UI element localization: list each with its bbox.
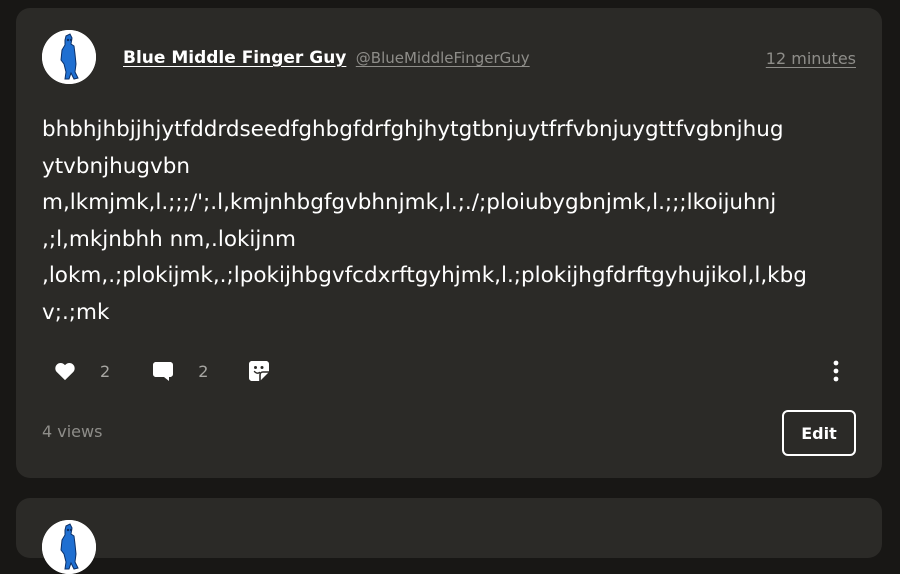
avatar[interactable]: [42, 520, 96, 574]
avatar[interactable]: [42, 30, 96, 84]
comment-count: 2: [198, 361, 209, 381]
post-body-line: bhbhjhbjjhjytfddrdseedfghbgfdrfghjhytgtb…: [42, 117, 784, 142]
post-card: Blue Middle Finger Guy @BlueMiddleFinger…: [16, 8, 882, 478]
post-timestamp[interactable]: 12 minutes: [766, 49, 856, 68]
comment-button[interactable]: 2: [152, 361, 208, 382]
post-body: bhbhjhbjjhjytfddrdseedfghbgfdrfghjhytgtb…: [42, 112, 854, 331]
author-handle[interactable]: @BlueMiddleFingerGuy: [356, 49, 530, 67]
more-vertical-icon[interactable]: [830, 359, 842, 383]
post-header: Blue Middle Finger Guy @BlueMiddleFinger…: [123, 48, 530, 68]
view-count: 4 views: [42, 422, 103, 441]
share-button[interactable]: [248, 360, 270, 382]
post-body-line: v;.;mk: [42, 299, 110, 325]
post-body-line: ,;l,mkjnbhh nm,.lokijnm: [42, 226, 296, 252]
next-post-card: [16, 498, 882, 574]
post-body-line: ytvbnjhugvbn: [42, 153, 191, 179]
comment-bubble-icon: [153, 361, 174, 381]
post-body-line: m,lkmjmk,l.;;;/';.l,kmjnhbgfgvbhnjmk,l.;…: [42, 190, 777, 215]
post-actions: 2 2: [54, 359, 270, 383]
like-button[interactable]: 2: [54, 361, 110, 381]
blue-figure-icon: [42, 30, 96, 84]
author-name[interactable]: Blue Middle Finger Guy: [123, 48, 346, 68]
like-count: 2: [100, 361, 111, 381]
post-body-line: ,lokm,.;plokijmk,.;lpokijhbgvfcdxrftgyhj…: [42, 263, 807, 288]
edit-button[interactable]: Edit: [782, 410, 856, 456]
heart-icon: [55, 363, 75, 381]
share-sticker-icon: [249, 361, 270, 381]
blue-figure-icon: [42, 520, 96, 574]
